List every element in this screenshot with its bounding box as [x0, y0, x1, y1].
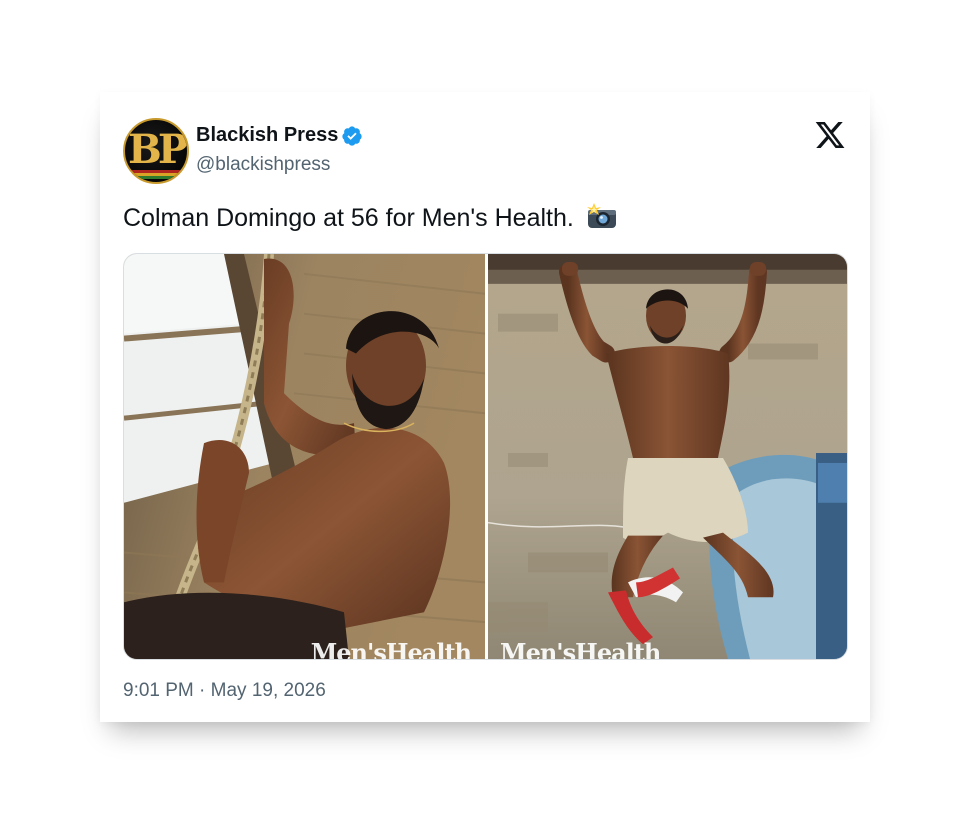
display-name[interactable]: Blackish Press [196, 124, 338, 147]
photo-pullup-bar-image [488, 254, 847, 659]
account-handle[interactable]: @blackishpress [196, 154, 330, 176]
photo-rope-climb[interactable]: Men'sHealth [124, 254, 485, 659]
watermark-mens-health: Men'sHealth [310, 638, 472, 659]
photo-rope-climb-image [124, 254, 485, 659]
camera-with-flash-icon [586, 203, 616, 228]
tweet-body: Colman Domingo at 56 for Men's Health. [123, 204, 574, 232]
avatar-monogram: BP [128, 126, 187, 173]
tweet-card: BP Blackish Press @blackishpress Colman … [100, 92, 870, 722]
photo-pullup-bar[interactable]: Men'sHealth [488, 254, 847, 659]
avatar-stripe-green [131, 176, 181, 179]
x-logo-icon[interactable] [814, 119, 846, 151]
watermark-mens-health: Men'sHealth [500, 638, 661, 659]
verified-badge-icon [342, 126, 362, 146]
tweet-timestamp[interactable]: 9:01 PM · May 19, 2026 [123, 680, 326, 702]
avatar[interactable]: BP [123, 118, 189, 184]
tweet-text: Colman Domingo at 56 for Men's Health. [123, 202, 619, 233]
media-grid: Men'sHealth Men'sHealth [123, 253, 848, 660]
